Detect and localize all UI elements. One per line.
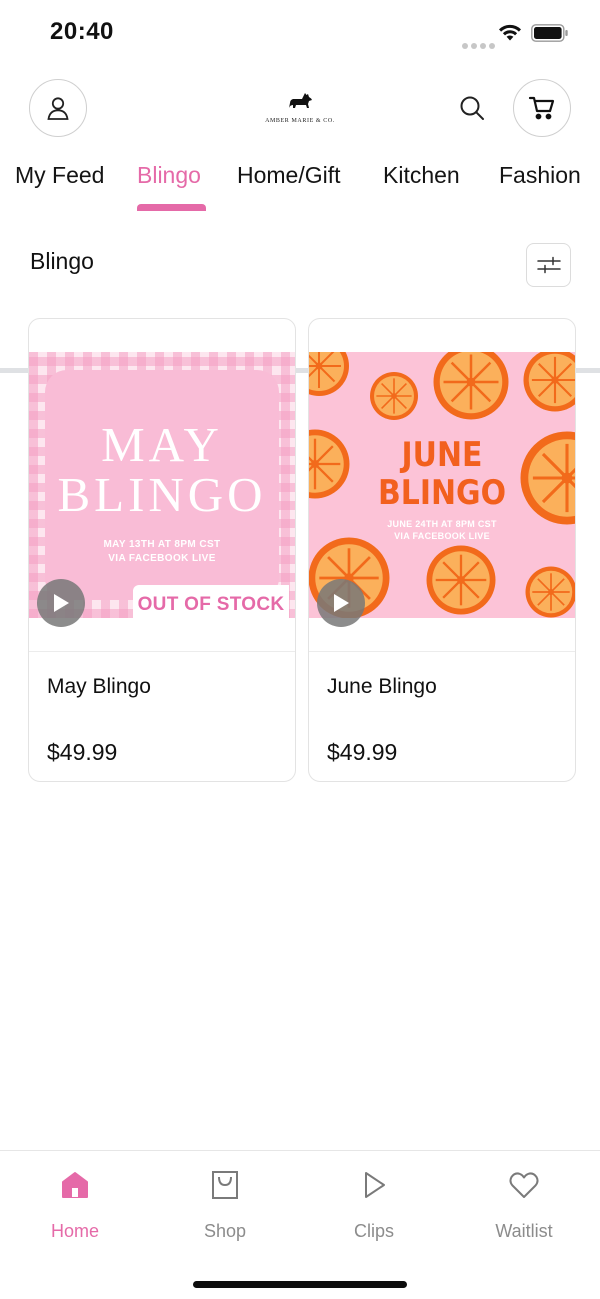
- user-icon: [47, 97, 69, 120]
- battery-icon: [531, 24, 568, 42]
- shopping-bag-icon: [212, 1171, 238, 1199]
- product-image[interactable]: JUNE BLINGO JUNE 24TH AT 8PM CST VIA FAC…: [309, 352, 575, 618]
- cellular-signal-icon: [462, 36, 498, 54]
- filter-button[interactable]: [526, 243, 571, 287]
- tab-blingo[interactable]: Blingo: [137, 162, 201, 189]
- brand-logo[interactable]: AMBER MARIE & CO.: [262, 92, 338, 126]
- scottie-dog-logo-icon: [289, 93, 312, 108]
- play-video-button[interactable]: [317, 579, 365, 627]
- out-of-stock-badge: OUT OF STOCK: [133, 585, 289, 625]
- heart-icon: [509, 1172, 539, 1198]
- tab-fashion[interactable]: Fashion: [499, 162, 581, 189]
- active-tab-indicator: [137, 204, 206, 211]
- product-price: $49.99: [327, 739, 398, 765]
- wifi-icon: [499, 24, 521, 41]
- product-card-may-blingo[interactable]: MAY BLINGO MAY 13TH AT 8PM CST VIA FACEB…: [28, 318, 296, 782]
- nav-label: Shop: [203, 1221, 247, 1241]
- card-divider: [29, 651, 295, 652]
- sliders-icon: [536, 256, 561, 274]
- search-button[interactable]: [455, 91, 489, 125]
- poster-subtext-line1: JUNE 24TH AT 8PM CST: [387, 519, 497, 529]
- bottom-navigation: Home Shop Clips Waitlist: [0, 1150, 600, 1299]
- status-bar: 20:40: [0, 0, 600, 66]
- poster-text: JUNE BLINGO JUNE 24TH AT 8PM CST VIA FAC…: [309, 436, 575, 542]
- poster-headline-line1: MAY: [101, 417, 223, 472]
- nav-waitlist[interactable]: Waitlist: [464, 1169, 584, 1249]
- product-image[interactable]: MAY BLINGO MAY 13TH AT 8PM CST VIA FACEB…: [29, 352, 295, 618]
- poster-subtext-line2: VIA FACEBOOK LIVE: [394, 531, 490, 541]
- nav-clips[interactable]: Clips: [314, 1169, 434, 1249]
- tab-my-feed[interactable]: My Feed: [15, 162, 104, 189]
- play-icon: [54, 594, 69, 612]
- nav-label: Waitlist: [495, 1221, 553, 1241]
- card-divider: [309, 651, 575, 652]
- play-video-button[interactable]: [37, 579, 85, 627]
- account-button[interactable]: [29, 79, 87, 137]
- status-time: 20:40: [50, 18, 114, 45]
- product-card-june-blingo[interactable]: JUNE BLINGO JUNE 24TH AT 8PM CST VIA FAC…: [308, 318, 576, 782]
- home-indicator[interactable]: [193, 1281, 407, 1288]
- nav-label: Home: [50, 1221, 99, 1241]
- poster-headline-line2: BLINGO: [57, 467, 267, 522]
- product-name[interactable]: May Blingo: [47, 675, 151, 699]
- section-title: Blingo: [30, 248, 94, 274]
- product-price: $49.99: [47, 739, 118, 765]
- poster-headline-line2: BLINGO: [377, 473, 507, 513]
- play-icon: [365, 1172, 385, 1198]
- tab-home-gift[interactable]: Home/Gift: [237, 162, 341, 189]
- play-icon: [334, 594, 349, 612]
- cart-button[interactable]: [513, 79, 571, 137]
- product-name[interactable]: June Blingo: [327, 675, 437, 699]
- home-icon: [62, 1172, 88, 1198]
- logo-text: AMBER MARIE & CO.: [265, 118, 335, 124]
- poster-subtext-line2: VIA FACEBOOK LIVE: [108, 553, 216, 564]
- poster-headline-line1: JUNE: [401, 435, 483, 475]
- tab-kitchen[interactable]: Kitchen: [383, 162, 460, 189]
- poster-subtext-line1: MAY 13TH AT 8PM CST: [103, 539, 221, 550]
- search-icon: [460, 96, 484, 120]
- nav-home[interactable]: Home: [15, 1169, 135, 1249]
- cart-icon: [528, 96, 555, 120]
- category-tabs: My Feed Blingo Home/Gift Kitchen Fashion: [0, 156, 600, 373]
- poster-panel: MAY BLINGO MAY 13TH AT 8PM CST VIA FACEB…: [45, 370, 279, 600]
- nav-shop[interactable]: Shop: [165, 1169, 285, 1249]
- nav-label: Clips: [353, 1221, 394, 1241]
- app-header: AMBER MARIE & CO.: [0, 66, 600, 156]
